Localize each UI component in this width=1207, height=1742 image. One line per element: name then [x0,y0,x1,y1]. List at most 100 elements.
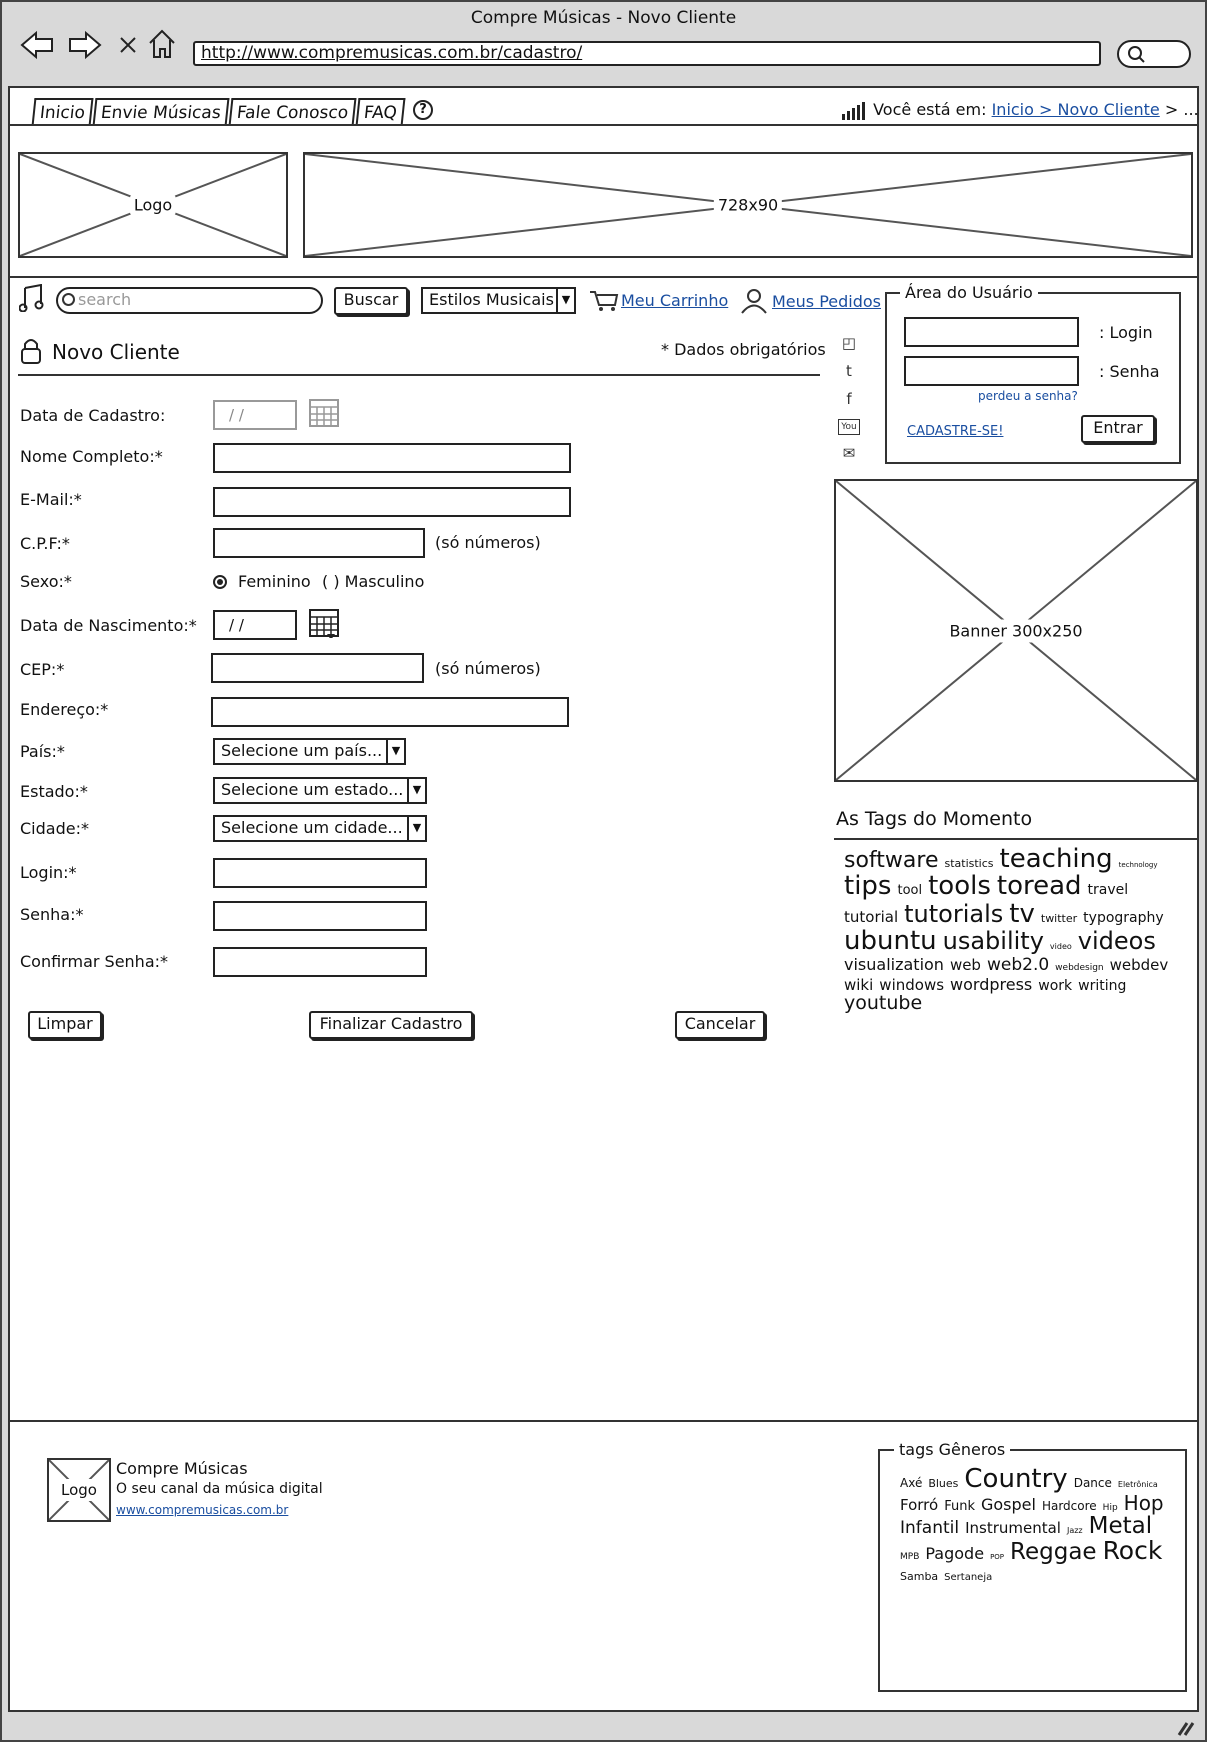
forward-arrow-icon[interactable] [68,30,102,60]
tag-tutorials[interactable]: tutorials [904,901,1003,927]
tag-videos[interactable]: videos [1078,928,1156,954]
tag-statistics[interactable]: statistics [944,858,993,870]
genre-tag-forr-[interactable]: Forró [900,1498,938,1514]
genre-tag-blues[interactable]: Blues [928,1478,958,1490]
tag-tools[interactable]: tools [928,872,991,900]
login-field[interactable] [213,858,427,888]
limpar-button[interactable]: Limpar [28,1011,102,1039]
password-input[interactable] [904,356,1079,386]
login-input[interactable] [904,317,1079,347]
tag-tips[interactable]: tips [844,872,891,900]
tag-tool[interactable]: tool [897,884,922,898]
enter-button[interactable]: Entrar [1081,415,1155,443]
tag-webdev[interactable]: webdev [1110,957,1169,974]
label-login: Login:* [20,863,77,882]
tag-work[interactable]: work [1038,979,1072,994]
breadcrumb-link[interactable]: Inicio > Novo Cliente [992,100,1160,119]
tag-ubuntu[interactable]: ubuntu [844,927,937,955]
tag-tutorial[interactable]: tutorial [844,909,898,926]
tag-software[interactable]: software [844,849,938,872]
genre-tag-dance[interactable]: Dance [1074,1477,1112,1490]
address-bar[interactable]: http://www.compremusicas.com.br/cadastro… [193,41,1101,66]
email-icon[interactable]: ✉ [838,444,860,464]
tag-visualization[interactable]: visualization [844,956,944,974]
lock-icon [21,339,41,364]
radio-masculino[interactable]: ( ) Masculino [322,572,424,591]
genre-tag-hop[interactable]: Hop [1124,1493,1164,1514]
orders-link[interactable]: Meus Pedidos [772,292,881,311]
cart-link[interactable]: Meu Carrinho [621,291,728,310]
genre-tag-hardcore[interactable]: Hardcore [1042,1500,1097,1513]
genre-tag-samba[interactable]: Samba [900,1571,938,1583]
senha-field[interactable] [213,901,427,931]
genre-tag-instrumental[interactable]: Instrumental [965,1521,1061,1537]
tab-fale-conosco[interactable]: Fale Conosco [228,98,357,126]
browser-search-field[interactable] [1117,40,1191,68]
tag-youtube[interactable]: youtube [844,993,922,1014]
finalizar-cadastro-button[interactable]: Finalizar Cadastro [309,1011,473,1039]
cpf-input[interactable] [213,528,425,558]
search-button[interactable]: Buscar [334,287,408,315]
rss-icon[interactable]: ◰ [838,334,860,354]
close-x-icon[interactable] [118,34,138,56]
genre-tag-pop[interactable]: POP [990,1554,1004,1562]
label-cidade: Cidade:* [20,819,89,838]
genre-tag-sertaneja[interactable]: Sertaneja [944,1572,992,1584]
genre-tag-funk[interactable]: Funk [944,1500,975,1514]
search-input[interactable]: search [56,287,323,314]
genre-tag-mpb[interactable]: MPB [900,1552,919,1562]
breadcrumb-more[interactable]: > ... [1165,100,1199,119]
header-logo-placeholder: Logo [18,152,288,258]
tag-teaching[interactable]: teaching [1000,845,1113,873]
genre-tag-infantil[interactable]: Infantil [900,1519,959,1538]
tag-tv[interactable]: tv [1009,900,1035,928]
calendar-icon[interactable] [309,608,339,638]
tag-web[interactable]: web [950,957,981,974]
twitter-icon[interactable]: t [838,362,860,382]
back-arrow-icon[interactable] [20,30,54,60]
tag-writing[interactable]: writing [1078,979,1126,994]
cancelar-button[interactable]: Cancelar [675,1011,765,1039]
estado-select[interactable]: Selecione um estado... ▼ [213,777,427,804]
tag-typography[interactable]: typography [1083,910,1164,926]
genre-tag-ax-[interactable]: Axé [900,1477,922,1490]
tab-inicio[interactable]: Inicio [31,98,94,126]
tag-wordpress[interactable]: wordpress [950,976,1032,994]
tag-web2-0[interactable]: web2.0 [987,956,1049,975]
help-icon[interactable]: ? [413,100,433,120]
tag-twitter[interactable]: twitter [1041,913,1077,925]
endereco-input[interactable] [211,697,569,727]
genre-tag-gospel[interactable]: Gospel [981,1496,1036,1514]
nome-input[interactable] [213,443,571,473]
youtube-icon[interactable]: You [838,419,860,435]
radio-feminino[interactable] [213,575,227,589]
cep-input[interactable] [211,653,424,683]
genre-tag-eletr-nica[interactable]: Eletrônica [1118,1480,1158,1489]
genre-tag-country[interactable]: Country [964,1465,1067,1493]
genre-tag-reggae[interactable]: Reggae [1010,1540,1097,1564]
forgot-password-link[interactable]: perdeu a senha? [978,389,1078,403]
genre-tag-jazz[interactable]: Jazz [1067,1526,1083,1535]
genre-tag-pagode[interactable]: Pagode [925,1546,984,1563]
label-confirmar-senha: Confirmar Senha:* [20,952,169,971]
music-styles-select[interactable]: Estilos Musicais ▼ [421,287,576,314]
data-nascimento-input[interactable]: / / [213,610,297,640]
tab-faq[interactable]: FAQ [355,98,406,126]
tag-toread[interactable]: toread [997,872,1082,900]
genre-tag-metal[interactable]: Metal [1089,1514,1153,1538]
genre-tag-rock[interactable]: Rock [1103,1538,1163,1565]
tag-webdesign[interactable]: webdesign [1055,963,1103,973]
footer-site-link[interactable]: www.compremusicas.com.br [116,1503,288,1517]
tag-video[interactable]: video [1050,942,1072,951]
signup-link[interactable]: CADASTRE-SE! [907,424,1003,439]
tag-technology[interactable]: technology [1119,861,1158,869]
tag-travel[interactable]: travel [1088,883,1129,898]
confirmar-senha-field[interactable] [213,947,427,977]
email-input[interactable] [213,487,571,517]
cidade-select[interactable]: Selecione um cidade... ▼ [213,815,427,842]
facebook-icon[interactable]: f [838,390,860,410]
tab-envie-musicas[interactable]: Envie Músicas [92,98,230,126]
tag-usability[interactable]: usability [943,928,1044,954]
pais-select[interactable]: Selecione um país... ▼ [213,738,406,765]
home-icon[interactable] [147,28,177,60]
